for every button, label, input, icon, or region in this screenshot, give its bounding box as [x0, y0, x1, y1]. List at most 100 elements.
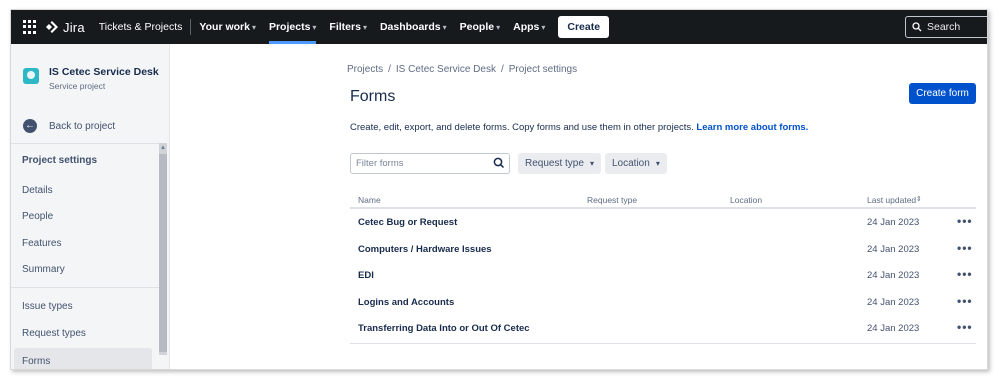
- nav-your-work[interactable]: Your work ▾: [199, 10, 256, 44]
- request-type-dropdown[interactable]: Request type ▾: [518, 153, 601, 174]
- app-name: Jira: [63, 19, 85, 35]
- nav-people[interactable]: People ▾: [460, 10, 500, 44]
- search-placeholder: Search: [927, 21, 961, 33]
- table-row[interactable]: Logins and Accounts 24 Jan 2023 •••: [350, 289, 976, 316]
- sidebar-item-request-types[interactable]: Request types: [14, 320, 152, 346]
- nav-filters[interactable]: Filters ▾: [329, 10, 367, 44]
- breadcrumb-separator: /: [388, 64, 391, 75]
- breadcrumb-project-settings[interactable]: Project settings: [509, 64, 577, 75]
- app-window: Jira Tickets & Projects Your work ▾ Proj…: [10, 9, 988, 370]
- search-icon: [912, 22, 922, 32]
- breadcrumb-project[interactable]: IS Cetec Service Desk: [396, 64, 496, 75]
- nav-apps[interactable]: Apps ▾: [513, 10, 545, 44]
- column-header-location: Location: [730, 195, 763, 205]
- back-to-project-link[interactable]: ← Back to project: [23, 119, 115, 133]
- breadcrumb-separator: /: [500, 64, 504, 75]
- more-actions-icon[interactable]: •••: [957, 320, 973, 334]
- sidebar-item-features[interactable]: Features: [14, 230, 152, 256]
- sidebar-item-label: Features: [22, 237, 62, 249]
- arrow-left-icon: ←: [23, 119, 37, 133]
- request-type-dropdown-label: Request type: [525, 158, 584, 169]
- sort-icon[interactable]: ⇕: [916, 195, 922, 203]
- column-header-last-updated[interactable]: Last updated: [867, 195, 916, 205]
- scroll-up-icon[interactable]: ▲: [159, 144, 167, 152]
- column-header-name[interactable]: Name: [358, 195, 381, 205]
- sidebar-divider: [11, 287, 159, 288]
- sidebar-divider: [11, 143, 159, 144]
- chevron-down-icon: ▾: [541, 22, 546, 32]
- back-to-project-label: Back to project: [49, 120, 116, 132]
- chevron-down-icon: ▾: [589, 159, 594, 168]
- form-last-updated: 24 Jan 2023: [867, 243, 920, 255]
- chevron-down-icon: ▾: [312, 22, 317, 32]
- location-dropdown-label: Location: [612, 158, 650, 169]
- nav-dashboards-label: Dashboards: [379, 21, 441, 33]
- sidebar-item-people[interactable]: People: [14, 203, 152, 229]
- nav-filters-label: Filters: [329, 21, 361, 33]
- sidebar-heading: Project settings: [22, 155, 98, 166]
- forms-table: Name Request type Location Last updated …: [350, 190, 976, 344]
- page-title: Forms: [350, 88, 396, 105]
- nav-apps-label: Apps: [513, 21, 540, 33]
- chevron-down-icon: ▾: [251, 22, 256, 32]
- search-icon: [493, 157, 505, 169]
- nav-divider: [190, 19, 192, 35]
- sidebar-item-summary[interactable]: Summary: [14, 256, 152, 282]
- form-name[interactable]: Logins and Accounts: [358, 297, 454, 308]
- chevron-down-icon: ▾: [496, 22, 501, 32]
- sidebar-item-forms[interactable]: Forms: [14, 348, 152, 369]
- project-name: IS Cetec Service Desk: [49, 66, 159, 78]
- sidebar-item-label: Summary: [22, 263, 65, 275]
- product-name[interactable]: Tickets & Projects: [99, 21, 183, 33]
- nav-projects[interactable]: Projects ▾: [268, 10, 317, 44]
- chevron-down-icon: ▾: [655, 159, 660, 168]
- page-description: Create, edit, export, and delete forms. …: [350, 122, 808, 133]
- more-actions-icon[interactable]: •••: [957, 214, 973, 228]
- form-last-updated: 24 Jan 2023: [867, 217, 920, 228]
- create-button[interactable]: Create: [558, 16, 610, 38]
- table-header: Name Request type Location Last updated …: [350, 190, 976, 209]
- top-navigation-bar: Jira Tickets & Projects Your work ▾ Proj…: [11, 10, 987, 44]
- chevron-down-icon: ▾: [442, 22, 447, 32]
- form-last-updated: 24 Jan 2023: [867, 323, 920, 334]
- form-name[interactable]: EDI: [358, 270, 374, 281]
- filter-forms-placeholder: Filter forms: [356, 158, 404, 169]
- app-switcher-icon[interactable]: [23, 20, 37, 34]
- column-header-request-type: Request type: [587, 195, 638, 205]
- more-actions-icon[interactable]: •••: [957, 294, 973, 308]
- project-avatar: [23, 68, 39, 84]
- form-last-updated: 24 Jan 2023: [867, 270, 920, 281]
- more-actions-icon[interactable]: •••: [957, 241, 973, 255]
- learn-more-link[interactable]: Learn more about forms.: [696, 122, 808, 133]
- jira-logo[interactable]: Jira: [45, 20, 85, 35]
- breadcrumb-projects[interactable]: Projects: [347, 64, 383, 75]
- sidebar-item-label: Details: [22, 184, 53, 196]
- form-name[interactable]: Transferring Data Into or Out Of Cetec: [358, 323, 530, 334]
- sidebar-scrollbar-thumb[interactable]: [159, 154, 167, 352]
- sidebar-item-label: People: [22, 210, 54, 222]
- sidebar-item-details[interactable]: Details: [14, 177, 152, 203]
- description-text: Create, edit, export, and delete forms. …: [350, 122, 694, 133]
- chevron-down-icon: ▾: [362, 22, 367, 32]
- more-actions-icon[interactable]: •••: [957, 267, 973, 281]
- location-dropdown[interactable]: Location ▾: [605, 153, 667, 174]
- table-bottom-border: [350, 342, 976, 344]
- nav-people-label: People: [459, 21, 495, 33]
- nav-dashboards[interactable]: Dashboards ▾: [380, 10, 447, 44]
- table-row[interactable]: Transferring Data Into or Out Of Cetec 2…: [350, 315, 976, 342]
- sidebar: IS Cetec Service Desk Service project ← …: [11, 44, 170, 369]
- project-header[interactable]: IS Cetec Service Desk Service project: [23, 66, 159, 91]
- table-row[interactable]: Computers / Hardware Issues 24 Jan 2023 …: [350, 236, 976, 263]
- sidebar-item-label: Request types: [22, 327, 86, 339]
- sidebar-item-label: Issue types: [22, 300, 73, 312]
- filter-forms-input[interactable]: Filter forms: [350, 153, 510, 174]
- form-name[interactable]: Cetec Bug or Request: [358, 217, 457, 228]
- table-row[interactable]: Cetec Bug or Request 24 Jan 2023 •••: [350, 209, 976, 236]
- search-input[interactable]: Search: [905, 16, 987, 38]
- sidebar-item-issue-types[interactable]: Issue types: [14, 293, 152, 319]
- create-form-button[interactable]: Create form: [909, 83, 976, 104]
- sidebar-item-label: Forms: [22, 355, 51, 367]
- form-last-updated: 24 Jan 2023: [867, 296, 920, 308]
- form-name[interactable]: Computers / Hardware Issues: [358, 244, 492, 255]
- table-row[interactable]: EDI 24 Jan 2023 •••: [350, 262, 976, 289]
